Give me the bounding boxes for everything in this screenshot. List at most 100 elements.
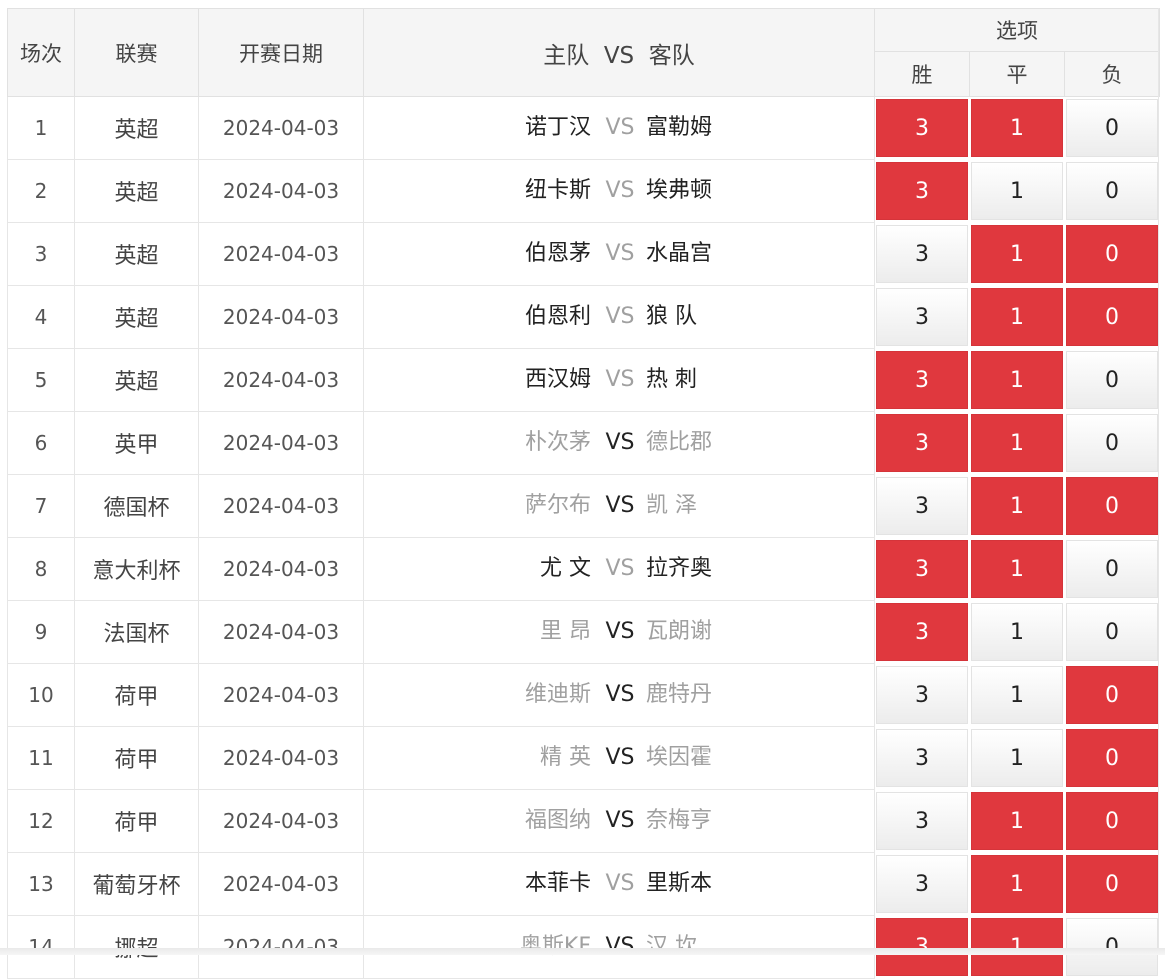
- option-draw-button[interactable]: 1: [971, 99, 1063, 157]
- match-teams: 朴次茅 VS 德比郡: [363, 411, 875, 475]
- option-win-button[interactable]: 3: [876, 918, 968, 976]
- table-row: 4 英超 2024-04-03 伯恩利 VS 狼 队 3 1 0: [7, 285, 1160, 349]
- match-teams: 精 英 VS 埃因霍: [363, 726, 875, 790]
- option-lose-button[interactable]: 0: [1066, 99, 1158, 157]
- option-draw-cell: 1: [969, 789, 1065, 853]
- vs-label: VS: [605, 178, 635, 203]
- league-name: 荷甲: [74, 663, 199, 727]
- option-lose-cell: 0: [1064, 222, 1160, 286]
- match-index: 4: [7, 285, 75, 349]
- option-win-button[interactable]: 3: [876, 162, 968, 220]
- option-draw-cell: 1: [969, 222, 1065, 286]
- match-date: 2024-04-03: [198, 726, 364, 790]
- option-win-button[interactable]: 3: [876, 540, 968, 598]
- option-win-button[interactable]: 3: [876, 477, 968, 535]
- option-lose-button[interactable]: 0: [1066, 666, 1158, 724]
- match-index: 2: [7, 159, 75, 223]
- option-lose-cell: 0: [1064, 663, 1160, 727]
- option-win-button[interactable]: 3: [876, 99, 968, 157]
- option-lose-button[interactable]: 0: [1066, 288, 1158, 346]
- option-win-button[interactable]: 3: [876, 288, 968, 346]
- match-teams: 伯恩利 VS 狼 队: [363, 285, 875, 349]
- away-team: 凯 泽: [646, 493, 697, 518]
- option-lose-button[interactable]: 0: [1066, 855, 1158, 913]
- option-lose-button[interactable]: 0: [1066, 162, 1158, 220]
- table-row: 14 挪超 2024-04-03 奥斯KF VS 汉 坎 3 1 0: [7, 915, 1160, 979]
- option-lose-button[interactable]: 0: [1066, 225, 1158, 283]
- home-team: 里 昂: [540, 619, 591, 644]
- table-row: 10 荷甲 2024-04-03 维迪斯 VS 鹿特丹 3 1 0: [7, 663, 1160, 727]
- option-lose-button[interactable]: 0: [1066, 351, 1158, 409]
- league-name: 葡萄牙杯: [74, 852, 199, 916]
- league-name: 荷甲: [74, 789, 199, 853]
- option-lose-button[interactable]: 0: [1066, 540, 1158, 598]
- match-index: 5: [7, 348, 75, 412]
- home-team: 纽卡斯: [524, 178, 591, 203]
- option-draw-button[interactable]: 1: [971, 225, 1063, 283]
- match-teams: 里 昂 VS 瓦朗谢: [363, 600, 875, 664]
- away-team: 瓦朗谢: [646, 619, 713, 644]
- match-index: 7: [7, 474, 75, 538]
- header-index: 场次: [7, 8, 75, 97]
- option-lose-button[interactable]: 0: [1066, 603, 1158, 661]
- vs-label: VS: [605, 745, 635, 770]
- option-draw-button[interactable]: 1: [971, 288, 1063, 346]
- option-draw-button[interactable]: 1: [971, 792, 1063, 850]
- table-body: 1 英超 2024-04-03 诺丁汉 VS 富勒姆 3 1 0 2 英超 20…: [7, 96, 1160, 979]
- option-win-button[interactable]: 3: [876, 351, 968, 409]
- scroll-shadow: [0, 948, 1165, 955]
- option-lose-button[interactable]: 0: [1066, 729, 1158, 787]
- option-win-button[interactable]: 3: [876, 792, 968, 850]
- league-name: 法国杯: [74, 600, 199, 664]
- match-table-container: 场次 联赛 开赛日期 主队 VS 客队 选项 胜 平 负 1 英超 2024-0…: [7, 8, 1160, 979]
- header-option-lose: 负: [1064, 51, 1160, 97]
- option-lose-cell: 0: [1064, 474, 1160, 538]
- option-draw-button[interactable]: 1: [971, 855, 1063, 913]
- option-draw-button[interactable]: 1: [971, 666, 1063, 724]
- table-header: 场次 联赛 开赛日期 主队 VS 客队 选项 胜 平 负: [7, 8, 1160, 97]
- match-index: 12: [7, 789, 75, 853]
- option-draw-button[interactable]: 1: [971, 918, 1063, 976]
- option-win-button[interactable]: 3: [876, 603, 968, 661]
- vs-label: VS: [605, 808, 635, 833]
- option-lose-cell: 0: [1064, 852, 1160, 916]
- option-draw-button[interactable]: 1: [971, 351, 1063, 409]
- option-win-button[interactable]: 3: [876, 225, 968, 283]
- match-teams: 西汉姆 VS 热 刺: [363, 348, 875, 412]
- match-index: 10: [7, 663, 75, 727]
- option-win-cell: 3: [874, 96, 970, 160]
- option-draw-cell: 1: [969, 348, 1065, 412]
- option-lose-button[interactable]: 0: [1066, 792, 1158, 850]
- league-name: 英超: [74, 348, 199, 412]
- vs-label: VS: [605, 682, 635, 707]
- option-win-button[interactable]: 3: [876, 666, 968, 724]
- option-draw-button[interactable]: 1: [971, 729, 1063, 787]
- option-draw-button[interactable]: 1: [971, 162, 1063, 220]
- vs-label: VS: [605, 304, 635, 329]
- option-draw-button[interactable]: 1: [971, 414, 1063, 472]
- option-win-button[interactable]: 3: [876, 729, 968, 787]
- option-lose-cell: 0: [1064, 159, 1160, 223]
- away-team: 汉 坎: [646, 934, 697, 959]
- option-lose-cell: 0: [1064, 96, 1160, 160]
- option-lose-button[interactable]: 0: [1066, 477, 1158, 535]
- match-teams: 伯恩茅 VS 水晶宫: [363, 222, 875, 286]
- option-win-cell: 3: [874, 537, 970, 601]
- home-team: 本菲卡: [524, 871, 591, 896]
- option-win-cell: 3: [874, 852, 970, 916]
- option-draw-button[interactable]: 1: [971, 540, 1063, 598]
- option-draw-button[interactable]: 1: [971, 603, 1063, 661]
- option-win-button[interactable]: 3: [876, 414, 968, 472]
- match-date: 2024-04-03: [198, 285, 364, 349]
- option-win-button[interactable]: 3: [876, 855, 968, 913]
- home-team: 尤 文: [540, 556, 591, 581]
- option-lose-button[interactable]: 0: [1066, 414, 1158, 472]
- match-index: 9: [7, 600, 75, 664]
- header-option-draw: 平: [969, 51, 1065, 97]
- home-team: 伯恩利: [524, 304, 591, 329]
- option-win-cell: 3: [874, 474, 970, 538]
- header-date: 开赛日期: [198, 8, 364, 97]
- option-lose-button[interactable]: 0: [1066, 918, 1158, 976]
- option-draw-button[interactable]: 1: [971, 477, 1063, 535]
- option-lose-cell: 0: [1064, 537, 1160, 601]
